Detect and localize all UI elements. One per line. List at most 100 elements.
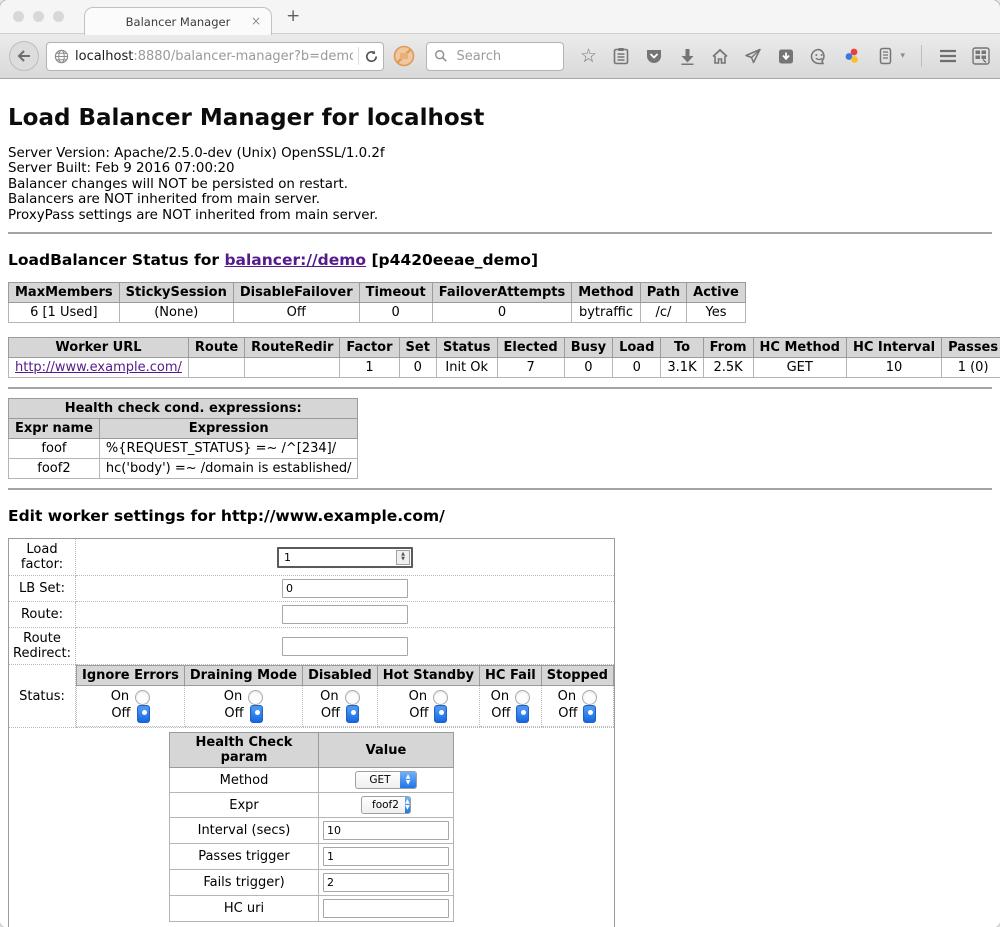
url-text[interactable]: localhost:8880/balancer-manager?b=demo&w… [75, 49, 353, 64]
tablet-battery-icon[interactable] [875, 46, 895, 66]
health-check-table: Health Check param Value Method GET▲▼ Ex… [169, 732, 454, 922]
worker-url-link[interactable]: http://www.example.com/ [15, 360, 182, 375]
table-row: foof %{REQUEST_STATUS} =~ /^[234]/ [9, 439, 358, 459]
route-row: Route: [9, 602, 615, 628]
new-tab-button[interactable]: + [286, 6, 300, 26]
route-input[interactable] [282, 605, 408, 624]
col-stickysession: StickySession [119, 283, 233, 303]
load-factor-input[interactable] [282, 550, 386, 565]
loadbalancer-status-heading: LoadBalancer Status for balancer://demo … [8, 251, 992, 269]
page-title: Load Balancer Manager for localhost [8, 105, 992, 131]
divider [8, 387, 992, 389]
reading-list-icon[interactable] [611, 46, 631, 66]
col-hc-param: Health Check param [170, 733, 319, 768]
forum-smiley-icon[interactable] [809, 46, 829, 66]
proxypass-note-line: ProxyPass settings are NOT inherited fro… [8, 208, 992, 223]
hc-fail-off-radio[interactable] [516, 705, 529, 723]
inherit-note-line: Balancers are NOT inherited from main se… [8, 192, 992, 207]
balancer-demo-link[interactable]: balancer://demo [224, 251, 366, 269]
stopped-radios: On Off [541, 686, 613, 727]
downloads-icon[interactable] [677, 46, 697, 66]
tab-title: Balancer Manager [126, 15, 231, 29]
bookmark-star-icon[interactable]: ☆ [578, 46, 598, 66]
globe-icon [54, 49, 69, 64]
hc-method-select[interactable]: GET▲▼ [355, 771, 417, 789]
col-method: Method [572, 283, 640, 303]
menu-hamburger-icon[interactable] [938, 46, 958, 66]
hc-expr-label: Expr [170, 793, 319, 818]
col-draining-mode: Draining Mode [184, 666, 302, 686]
share-icon[interactable] [743, 46, 763, 66]
window-controls [13, 11, 64, 22]
edit-worker-heading: Edit worker settings for http://www.exam… [8, 507, 992, 525]
close-tab-icon[interactable]: × [251, 14, 261, 28]
route-redirect-input[interactable] [282, 637, 408, 656]
load-factor-field[interactable]: ▲▼ [277, 547, 413, 568]
hot-standby-on-radio[interactable] [433, 690, 448, 705]
hc-fail-on-radio[interactable] [515, 690, 530, 705]
tab-grid-icon[interactable] [971, 46, 991, 66]
minimize-window-button[interactable] [33, 11, 44, 22]
hot-standby-off-radio[interactable] [434, 705, 447, 723]
server-built-line: Server Built: Feb 9 2016 07:00:20 [8, 161, 992, 176]
draining-mode-off-radio[interactable] [250, 705, 263, 723]
col-ignore-errors: Ignore Errors [77, 666, 185, 686]
number-spinner-icon[interactable]: ▲▼ [396, 550, 410, 565]
pocket-icon[interactable] [644, 46, 664, 66]
server-version-line: Server Version: Apache/2.5.0-dev (Unix) … [8, 146, 992, 161]
hc-expr-select[interactable]: foof2▲▼ [361, 796, 411, 814]
hc-interval-input[interactable] [323, 821, 449, 840]
col-hc-fail: HC Fail [480, 666, 542, 686]
hc-fail-radios: On Off [480, 686, 542, 727]
table-header-row: Worker URL Route RouteRedir Factor Set S… [9, 338, 1000, 358]
load-factor-label: Load factor: [9, 539, 76, 576]
hc-interval-label: Interval (secs) [170, 818, 319, 844]
browser-window: Balancer Manager × + localhost:8880/bala… [0, 0, 1000, 927]
stopped-on-radio[interactable] [582, 690, 597, 705]
search-input[interactable] [454, 48, 558, 65]
hc-fails-input[interactable] [323, 873, 449, 892]
overflow-caret-icon[interactable]: ▾ [900, 51, 905, 61]
expr-table-title: Health check cond. expressions: [9, 399, 358, 419]
hc-passes-input[interactable] [323, 847, 449, 866]
tab-bar: Balancer Manager × + [0, 0, 1000, 34]
hc-uri-input[interactable] [323, 899, 449, 918]
colorways-dots-icon[interactable] [842, 46, 862, 66]
table-row: foof2 hc('body') =~ /domain is establish… [9, 459, 358, 479]
col-hc-value: Value [319, 733, 454, 768]
health-check-row: Health Check param Value Method GET▲▼ Ex… [9, 728, 615, 927]
disabled-off-radio[interactable] [346, 705, 359, 723]
status-label: Status: [9, 665, 76, 728]
close-window-button[interactable] [13, 11, 24, 22]
persist-note-line: Balancer changes will NOT be persisted o… [8, 177, 992, 192]
divider [8, 488, 992, 490]
disabled-on-radio[interactable] [345, 690, 360, 705]
disabled-radios: On Off [303, 686, 378, 727]
back-button[interactable] [9, 41, 39, 71]
stopped-off-radio[interactable] [583, 705, 596, 723]
ignore-errors-on-radio[interactable] [135, 690, 150, 705]
edit-worker-form: Load factor: ▲▼ LB Set: Route: Route Red… [8, 538, 615, 927]
home-icon[interactable] [710, 46, 730, 66]
route-redirect-row: Route Redirect: [9, 628, 615, 665]
lb-set-input[interactable] [282, 579, 408, 598]
heading-suffix: [p4420eeae_demo] [366, 251, 538, 269]
col-disabled: Disabled [303, 666, 378, 686]
ignore-errors-off-radio[interactable] [137, 705, 150, 723]
divider [8, 232, 992, 234]
save-page-icon[interactable] [776, 46, 796, 66]
col-stopped: Stopped [541, 666, 613, 686]
toolbar-separator [921, 45, 922, 67]
search-bar[interactable] [426, 42, 564, 71]
zoom-window-button[interactable] [53, 11, 64, 22]
url-bar[interactable]: localhost:8880/balancer-manager?b=demo&w… [46, 42, 384, 71]
hc-fails-label: Fails trigger) [170, 870, 319, 896]
reload-icon[interactable] [364, 46, 379, 66]
select-stepper-icon: ▲▼ [400, 772, 416, 788]
table-header-row: MaxMembers StickySession DisableFailover… [9, 283, 746, 303]
draining-mode-on-radio[interactable] [248, 690, 263, 705]
adblock-icon[interactable] [393, 44, 415, 68]
tab-balancer-manager[interactable]: Balancer Manager × [84, 7, 272, 35]
col-disablefailover: DisableFailover [233, 283, 359, 303]
col-expression: Expression [99, 419, 358, 439]
